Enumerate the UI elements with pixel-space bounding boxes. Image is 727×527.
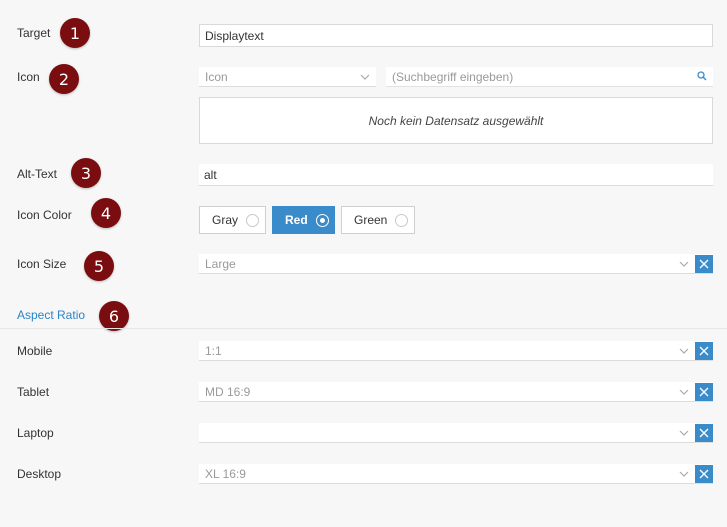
chevron-down-icon [679, 469, 689, 482]
step-badge-1: 1 [60, 18, 90, 48]
chevron-down-icon [679, 387, 689, 400]
alt-text-input[interactable]: alt [199, 164, 713, 186]
radio-selected-icon [315, 213, 329, 227]
icon-size-select[interactable]: Large [199, 254, 713, 274]
close-icon [699, 469, 709, 479]
tablet-ratio-select[interactable]: MD 16:9 [199, 382, 713, 402]
clear-tablet-button[interactable] [695, 383, 713, 401]
icon-search-placeholder: (Suchbegriff eingeben) [392, 69, 514, 84]
step-badge-2: 2 [49, 64, 79, 94]
icon-color-option-label: Gray [212, 213, 239, 227]
tablet-ratio-value: MD 16:9 [205, 384, 251, 399]
close-icon [699, 428, 709, 438]
search-icon[interactable] [697, 71, 707, 81]
chevron-down-icon [679, 259, 689, 272]
clear-icon-size-button[interactable] [695, 255, 713, 273]
icon-color-option-label: Red [285, 213, 308, 227]
step-badge-5: 5 [84, 251, 114, 281]
desktop-ratio-select[interactable]: XL 16:9 [199, 464, 713, 484]
icon-empty-state: Noch kein Datensatz ausgewählt [199, 97, 713, 144]
mobile-label: Mobile [17, 344, 53, 358]
form-page: Target 1 Displaytext Icon 2 Icon (Suchbe… [0, 0, 727, 527]
icon-type-value: Icon [205, 69, 228, 84]
laptop-ratio-select[interactable] [199, 423, 713, 443]
icon-label: Icon [17, 70, 40, 84]
icon-search-input[interactable]: (Suchbegriff eingeben) [386, 67, 713, 87]
close-icon [699, 259, 709, 269]
clear-mobile-button[interactable] [695, 342, 713, 360]
mobile-ratio-value: 1:1 [205, 343, 222, 358]
icon-type-select[interactable]: Icon [199, 67, 376, 87]
icon-color-label: Icon Color [17, 208, 72, 222]
chevron-down-icon [360, 72, 370, 85]
icon-size-label: Icon Size [17, 257, 67, 271]
radio-icon [246, 213, 260, 227]
close-icon [699, 346, 709, 356]
mobile-ratio-select[interactable]: 1:1 [199, 341, 713, 361]
desktop-label: Desktop [17, 467, 62, 481]
clear-laptop-button[interactable] [695, 424, 713, 442]
section-divider [0, 328, 727, 329]
icon-color-option-gray[interactable]: Gray [199, 206, 266, 234]
close-icon [699, 387, 709, 397]
icon-color-option-red[interactable]: Red [272, 206, 335, 234]
alt-text-label: Alt-Text [17, 167, 58, 181]
icon-size-value: Large [205, 256, 236, 271]
desktop-ratio-value: XL 16:9 [205, 466, 246, 481]
tablet-label: Tablet [17, 385, 50, 399]
icon-color-option-green[interactable]: Green [341, 206, 415, 234]
chevron-down-icon [679, 346, 689, 359]
icon-color-option-label: Green [354, 213, 388, 227]
aspect-ratio-title[interactable]: Aspect Ratio [17, 308, 85, 322]
clear-desktop-button[interactable] [695, 465, 713, 483]
step-badge-6: 6 [99, 301, 129, 331]
step-badge-3: 3 [71, 158, 101, 188]
radio-icon [395, 213, 409, 227]
laptop-label: Laptop [17, 426, 54, 440]
chevron-down-icon [679, 428, 689, 441]
target-label: Target [17, 26, 51, 40]
target-input[interactable]: Displaytext [199, 24, 713, 47]
step-badge-4: 4 [91, 198, 121, 228]
